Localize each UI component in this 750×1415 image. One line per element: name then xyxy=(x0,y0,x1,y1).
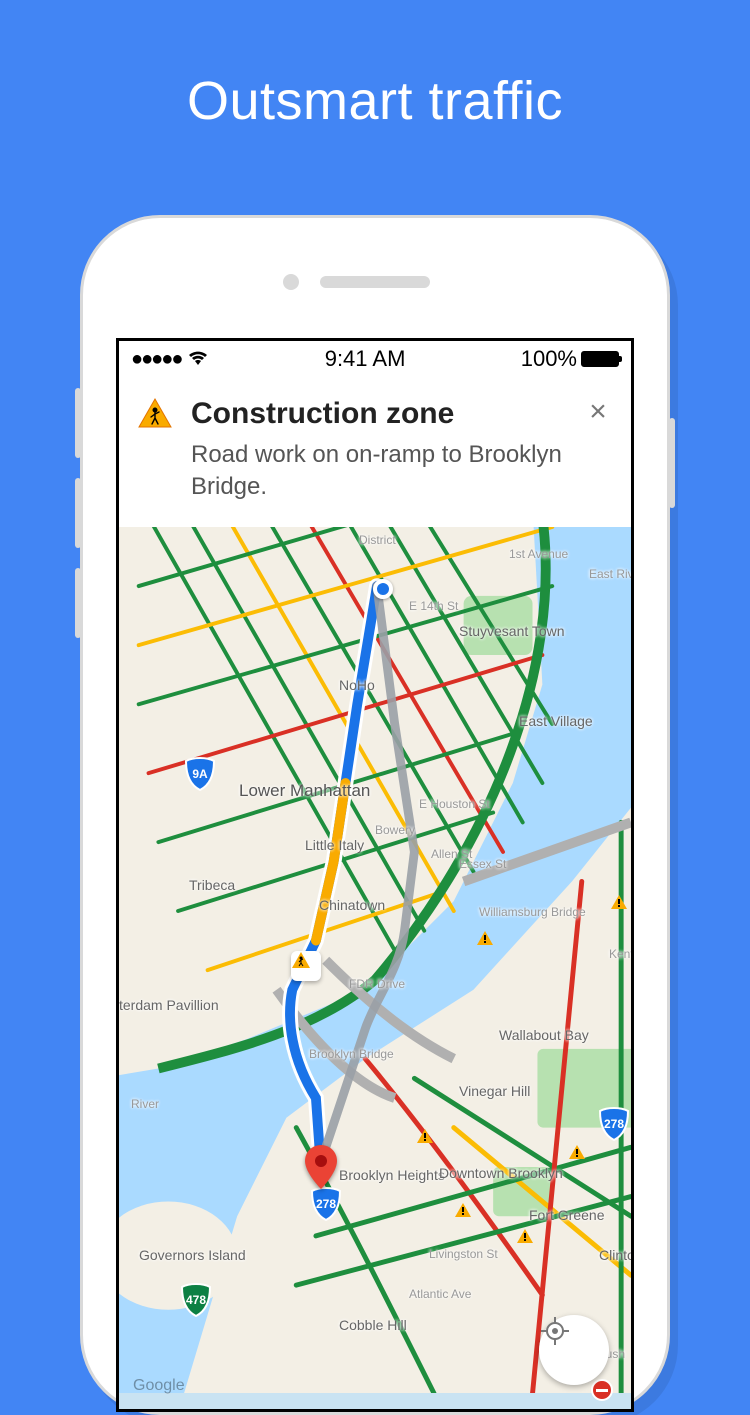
alert-description: Road work on on-ramp to Brooklyn Bridge. xyxy=(191,439,565,504)
battery-percent: 100% xyxy=(521,346,577,372)
status-bar: ●●●●● 9:41 AM 100% xyxy=(119,341,631,377)
status-time: 9:41 AM xyxy=(325,346,406,372)
traffic-warning-icon xyxy=(417,1129,433,1143)
traffic-warning-icon xyxy=(517,1229,533,1243)
map-label: Stuyvesant Town xyxy=(459,623,565,639)
map-label: Brooklyn Bridge xyxy=(309,1047,394,1061)
map-label: Kent Ave xyxy=(609,947,631,961)
map-label: Atlantic Ave xyxy=(409,1287,471,1301)
map-attribution: Google xyxy=(133,1377,185,1395)
battery-icon xyxy=(581,351,619,367)
highway-shield: 278 xyxy=(597,1107,631,1141)
map-label: NoHo xyxy=(339,677,375,693)
map-canvas[interactable]: District E 14th StStuyvesant Town NoHo East… xyxy=(119,527,631,1409)
wifi-icon xyxy=(187,351,209,367)
map-label: Lower Manhattan xyxy=(239,781,370,801)
locate-me-button[interactable] xyxy=(539,1315,609,1385)
highway-shield: 278 xyxy=(309,1187,343,1221)
map-label: 1st Avenue xyxy=(509,547,568,561)
route-origin-marker xyxy=(373,579,393,599)
traffic-alert-card[interactable]: Construction zone Road work on on-ramp t… xyxy=(119,377,631,529)
map-label: East Village xyxy=(519,713,593,729)
map-label: FDR Drive xyxy=(349,977,405,991)
phone-camera xyxy=(283,274,299,290)
map-label: Little Italy xyxy=(305,837,364,853)
traffic-warning-icon xyxy=(455,1203,471,1217)
signal-dots-icon: ●●●●● xyxy=(131,348,181,371)
map-label: E 14th St xyxy=(409,599,458,613)
map-label: Fort Greene xyxy=(529,1207,604,1223)
map-label: Tribeca xyxy=(189,877,235,893)
map-label: Bowery xyxy=(375,823,415,837)
map-label: Brooklyn Heights xyxy=(339,1167,445,1183)
traffic-warning-icon xyxy=(611,895,627,909)
map-label: Governors Island xyxy=(139,1247,246,1263)
phone-screen: ●●●●● 9:41 AM 100% xyxy=(116,338,634,1412)
traffic-warning-icon xyxy=(477,931,493,945)
construction-map-marker[interactable] xyxy=(291,951,321,981)
close-button[interactable]: × xyxy=(583,397,613,504)
map-label: Wallabout Bay xyxy=(499,1027,589,1043)
locate-icon xyxy=(539,1315,571,1347)
map-svg xyxy=(119,527,631,1393)
map-label: East River xyxy=(589,567,631,581)
traffic-warning-icon xyxy=(569,1145,585,1159)
map-label: District xyxy=(359,533,396,547)
map-label: E Houston St xyxy=(419,797,490,811)
phone-frame: ●●●●● 9:41 AM 100% xyxy=(80,215,670,1415)
phone-speaker xyxy=(320,276,430,288)
promo-headline: Outsmart traffic xyxy=(0,0,750,132)
map-label: Williamsburg Bridge xyxy=(479,905,586,919)
map-label: Downtown Brooklyn xyxy=(439,1165,563,1181)
map-label: River xyxy=(131,1097,159,1111)
construction-icon xyxy=(137,397,173,433)
map-label: Clinton Hill xyxy=(599,1247,631,1263)
alert-title: Construction zone xyxy=(191,397,565,431)
map-label: Chinatown xyxy=(319,897,385,913)
map-label: terdam Pavillion xyxy=(119,997,219,1013)
map-label: Essex St xyxy=(459,857,506,871)
map-label: Cobble Hill xyxy=(339,1317,407,1333)
map-label: Livingston St xyxy=(429,1247,498,1261)
map-label: Vinegar Hill xyxy=(459,1083,530,1099)
no-entry-icon xyxy=(591,1379,613,1401)
highway-shield: 478 xyxy=(179,1283,213,1317)
highway-shield: 9A xyxy=(183,757,217,791)
